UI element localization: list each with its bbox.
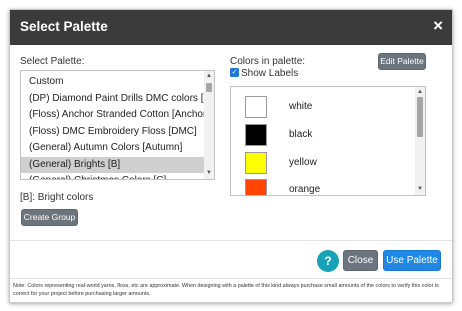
close-icon[interactable]: × [433,16,443,36]
scrollbar-thumb[interactable] [206,83,212,92]
palette-option[interactable]: (General) Brights [B] [21,156,204,173]
use-palette-button[interactable]: Use Palette [383,250,441,271]
palette-list-scrollbar[interactable]: ▲ ▼ [204,71,214,179]
note-divider [10,278,452,279]
footer-divider [10,240,452,241]
palette-description: [B]: Bright colors [20,192,94,203]
scroll-down-arrow-icon[interactable]: ▼ [415,185,425,194]
palette-option[interactable]: (DP) Diamond Paint Drills DMC colors [DP… [21,91,204,108]
palette-list-items: Custom (DP) Diamond Paint Drills DMC colo… [21,71,204,179]
scrollbar-thumb[interactable] [417,97,423,137]
dialog-header: Select Palette × [10,10,452,45]
palette-option[interactable]: Custom [21,74,204,91]
select-palette-label: Select Palette: [20,56,85,67]
palette-option[interactable]: (Floss) DMC Embroidery Floss [DMC] [21,124,204,141]
scroll-up-arrow-icon[interactable]: ▲ [415,88,425,97]
show-labels-label: Show Labels [241,68,299,79]
palette-colors-list: white black yellow orange ▲ ▼ [230,86,426,196]
disclaimer-note: Note: Colors representing real-world yar… [13,283,439,297]
create-group-button[interactable]: Create Group [21,209,78,226]
close-button[interactable]: Close [343,250,378,271]
color-swatch [245,96,267,118]
palette-option[interactable]: (General) Christmas Colors [C] [21,173,204,179]
show-labels-checkbox[interactable]: ✓ [230,68,239,77]
color-name: orange [289,184,321,195]
palette-listbox[interactable]: Custom (DP) Diamond Paint Drills DMC colo… [20,70,215,180]
colors-list-scrollbar[interactable]: ▲ ▼ [415,87,425,195]
palette-option[interactable]: (Floss) Anchor Stranded Cotton [Anchor] [21,107,204,124]
color-name: black [289,129,313,140]
edit-palette-button[interactable]: Edit Palette [378,53,426,70]
color-swatch [245,179,267,195]
help-icon[interactable]: ? [317,250,339,272]
colors-in-palette-label: Colors in palette: [230,56,306,67]
scroll-up-arrow-icon[interactable]: ▲ [204,72,214,81]
color-swatch [245,152,267,174]
color-name: white [289,101,313,112]
select-palette-dialog: Select Palette × Select Palette: Custom(… [9,9,453,303]
scroll-down-arrow-icon[interactable]: ▼ [204,169,214,178]
color-swatch [245,124,267,146]
dialog-title: Select Palette [20,19,108,34]
palette-option[interactable]: (General) Autumn Colors [Autumn] [21,140,204,157]
color-name: yellow [289,157,317,168]
